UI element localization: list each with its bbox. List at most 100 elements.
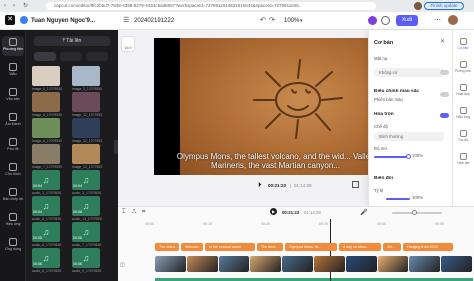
blend-toggle[interactable] <box>440 113 449 118</box>
nav-item[interactable]: Phụ đề <box>2 136 24 156</box>
right-tab[interactable]: Tốc độ <box>453 128 473 146</box>
video-clip[interactable] <box>409 256 441 272</box>
media-caption: audio_1_17079530... <box>32 191 62 195</box>
mask-select[interactable]: Không có <box>374 68 444 77</box>
back-icon[interactable]: ‹ <box>4 3 10 9</box>
media-thumbnail[interactable] <box>32 118 60 138</box>
opacity-value[interactable]: 100% <box>412 153 423 158</box>
user-name[interactable]: Tuan Nguyen Ngoc'9... <box>31 12 101 30</box>
account-avatar[interactable] <box>448 15 458 25</box>
nav-item[interactable]: Âm thanh <box>2 111 24 131</box>
aspect-ratio-button[interactable]: 16:9 <box>121 36 135 52</box>
media-caption: audio_8_17079530... <box>32 269 62 273</box>
media-thumbnail[interactable] <box>72 66 100 86</box>
menu-icon[interactable]: ☰ <box>123 12 129 30</box>
track-lock-icon[interactable]: ◫ <box>120 262 125 268</box>
text-clip[interactable]: Welcom... <box>181 243 203 251</box>
right-tab[interactable]: Cơ bản <box>453 36 473 54</box>
profile-avatar-icon[interactable] <box>414 2 422 10</box>
nav-item[interactable]: Bản chép lời <box>2 186 24 206</box>
right-tab[interactable]: Tách âm <box>453 151 473 169</box>
nav-item[interactable]: Mẫu <box>2 61 24 81</box>
scale-value[interactable]: 100% <box>412 195 423 200</box>
project-name[interactable]: 202402191222 <box>134 12 184 30</box>
media-thumbnail[interactable] <box>32 92 60 112</box>
video-preview[interactable]: Olympus Mons, the tallest volcano, and t… <box>154 38 397 175</box>
scale-label: Tỷ lệ <box>374 188 384 193</box>
scale-slider[interactable] <box>386 198 410 200</box>
video-clip[interactable] <box>345 256 377 272</box>
trim-icon[interactable]: ⎍ <box>132 209 136 216</box>
text-clip[interactable]: Hanging from 2024 <box>403 243 453 251</box>
right-tab-label: Phông nền <box>455 69 471 73</box>
forward-icon[interactable]: › <box>13 3 19 9</box>
export-button[interactable]: Xuất <box>396 15 418 26</box>
toggle-icon[interactable] <box>440 70 449 75</box>
subtitle-text[interactable]: Olympus Mons, the tallest volcano, and t… <box>154 152 397 170</box>
text-clip[interactable]: The third... <box>257 243 283 251</box>
ruler-tick-label: 00:10 <box>203 222 212 226</box>
media-thumbnail[interactable] <box>72 118 100 138</box>
undo-icon[interactable]: ↶ <box>260 12 266 30</box>
nav-item[interactable]: Văn bản <box>2 86 24 106</box>
finish-update-button[interactable]: Finish update <box>424 2 464 10</box>
right-tab[interactable]: Hoạt ảnh <box>453 82 473 100</box>
nav-item[interactable]: Hiệu ứng <box>2 211 24 231</box>
upload-button[interactable]: ⤒ Tải lên <box>34 36 110 46</box>
filter-chip-video[interactable] <box>60 52 82 61</box>
opacity-slider-handle[interactable] <box>406 154 411 159</box>
filter-chip-image[interactable] <box>86 52 108 61</box>
media-caption: audio_7_17079530... <box>72 243 102 247</box>
redo-icon[interactable]: ↷ <box>269 12 275 30</box>
video-clip[interactable] <box>155 256 186 272</box>
right-tab-label: Cơ bản <box>457 46 469 50</box>
close-panel-icon[interactable]: ✕ <box>440 38 445 45</box>
text-clip[interactable]: Olympus Mons, th... <box>285 243 337 251</box>
split-icon[interactable]: ⌶ <box>122 209 126 216</box>
text-clip[interactable]: The video... <box>155 243 179 251</box>
video-clip[interactable] <box>441 256 472 272</box>
media-duration: 00:06 <box>33 262 42 266</box>
video-clip[interactable] <box>282 256 313 272</box>
right-tab[interactable]: Hiệu ứng <box>453 105 473 123</box>
opacity-slider[interactable] <box>374 156 410 158</box>
blend-mode-select[interactable]: Bình thường <box>374 132 444 141</box>
media-thumbnail[interactable] <box>72 144 100 164</box>
nav-item-label: Âm thanh <box>5 122 21 126</box>
color-toggle[interactable] <box>440 92 449 97</box>
filter-chip-all[interactable] <box>34 52 56 61</box>
video-clip[interactable] <box>186 256 218 272</box>
timeline-ruler[interactable]: 00:00 00:10 00:20 00:30 00:40 00:50 <box>145 222 474 230</box>
video-clip[interactable] <box>218 256 250 272</box>
capcut-logo-icon: ✕ <box>5 15 15 25</box>
user-avatar[interactable] <box>20 16 28 24</box>
video-clip[interactable] <box>314 256 345 272</box>
timeline-play-icon[interactable]: ▶ <box>270 208 277 215</box>
reload-icon[interactable]: ↻ <box>23 3 29 9</box>
microphone-icon[interactable]: 🎤 <box>360 209 367 216</box>
zoom-slider[interactable] <box>392 212 442 214</box>
video-clip[interactable] <box>377 256 409 272</box>
nav-item[interactable]: Chú thích <box>2 161 24 181</box>
nav-item[interactable]: Phương tiện <box>2 36 24 56</box>
media-thumbnail[interactable] <box>32 144 60 164</box>
nav-item[interactable]: Ứng dụng <box>2 236 24 256</box>
media-thumbnail[interactable] <box>32 66 60 86</box>
video-clip[interactable] <box>250 256 282 272</box>
text-clip[interactable]: A day on Mars... <box>339 243 381 251</box>
media-thumbnail[interactable] <box>72 92 100 112</box>
play-button[interactable]: ⏵ <box>258 182 262 190</box>
chevron-down-icon[interactable]: ▾ <box>300 12 303 30</box>
share-icon[interactable] <box>381 16 390 25</box>
media-caption: image_12_17079530... <box>72 139 102 143</box>
fullscreen-icon[interactable] <box>352 181 359 188</box>
zoom-slider-handle[interactable] <box>412 210 417 215</box>
collaborator-avatar[interactable] <box>368 16 377 25</box>
color-adjust-label: Điều chỉnh màu sắc <box>374 89 420 94</box>
text-clip[interactable]: In the second scene <box>205 243 255 251</box>
address-bar[interactable]: capcut.com/editor/8fc2b5d7-7848-4398-827… <box>46 2 376 10</box>
right-tab[interactable]: Phông nền <box>453 59 473 77</box>
crop-icon[interactable]: ⌗ <box>142 209 145 216</box>
more-icon[interactable]: ⋯ <box>434 12 441 30</box>
text-clip[interactable]: Jet... <box>383 243 401 251</box>
